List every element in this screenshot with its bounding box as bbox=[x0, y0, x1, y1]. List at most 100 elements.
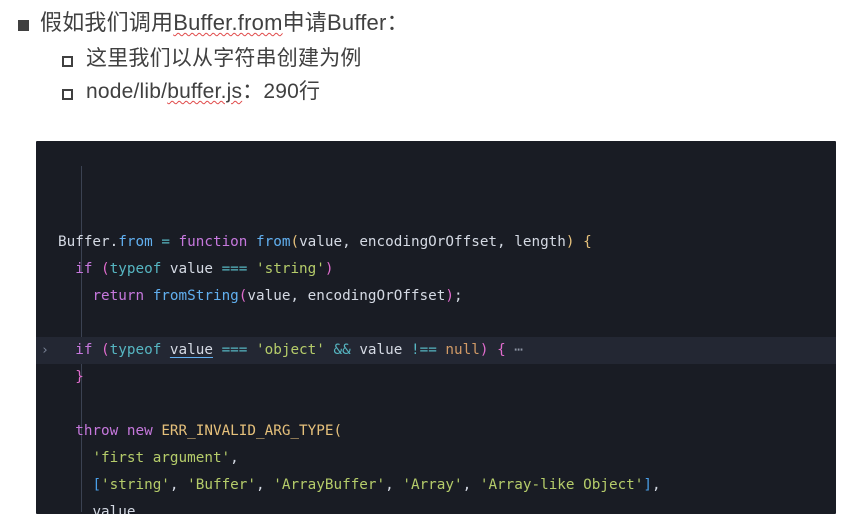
code-line[interactable]: if (typeof value === 'string') bbox=[36, 256, 836, 283]
code-token: , bbox=[462, 477, 480, 493]
code-token: 'string' bbox=[256, 261, 325, 277]
code-token: fromString bbox=[152, 288, 239, 304]
code-token: value bbox=[169, 342, 213, 358]
code-token: if bbox=[75, 342, 93, 358]
hollow-square-bullet-icon bbox=[62, 89, 73, 100]
code-text: throw new ERR_INVALID_ARG_TYPE( bbox=[58, 423, 342, 439]
code-token: 'ArrayBuffer' bbox=[273, 477, 386, 493]
code-token: 'string' bbox=[101, 477, 170, 493]
code-token: } bbox=[75, 369, 84, 385]
code-token: === bbox=[221, 261, 248, 277]
code-token: value bbox=[161, 261, 222, 277]
code-text: return fromString(value, encodingOrOffse… bbox=[58, 288, 463, 304]
misspelled-text-segment: buffer.js bbox=[167, 80, 243, 103]
text-segment: node/lib/ bbox=[86, 80, 168, 103]
code-text: ['string', 'Buffer', 'ArrayBuffer', 'Arr… bbox=[58, 477, 661, 493]
code-text: } bbox=[58, 369, 84, 385]
code-token: throw bbox=[75, 423, 119, 439]
bullet-text: 这里我们以从字符串创建为例 bbox=[86, 48, 362, 69]
code-token: 'Array-like Object' bbox=[479, 477, 644, 493]
code-token: , bbox=[230, 450, 239, 466]
code-token: typeof bbox=[109, 342, 162, 358]
slide-bullet-list: 假如我们调用Buffer.from申请Buffer： 这里我们以从字符串创建为例 n… bbox=[0, 0, 852, 102]
code-token: value, encodingOrOffset, length bbox=[299, 234, 566, 250]
code-token: ) bbox=[324, 261, 334, 277]
code-token: if bbox=[75, 261, 93, 277]
code-token: ERR_INVALID_ARG_TYPE bbox=[161, 423, 334, 439]
code-token: ) bbox=[445, 288, 454, 304]
code-text: if (typeof value === 'object' && value !… bbox=[58, 342, 523, 358]
code-token: === bbox=[221, 342, 248, 358]
code-line[interactable]: throw new ERR_INVALID_ARG_TYPE( bbox=[36, 418, 836, 445]
code-line[interactable] bbox=[36, 391, 836, 418]
code-token: from bbox=[118, 234, 153, 250]
code-token: ( bbox=[290, 234, 300, 250]
code-token: value bbox=[92, 504, 136, 514]
code-token: !== bbox=[410, 342, 437, 358]
code-line-highlighted[interactable]: › if (typeof value === 'object' && value… bbox=[36, 337, 836, 364]
code-token: && bbox=[333, 342, 351, 358]
code-token: [ bbox=[92, 477, 102, 493]
code-text: if (typeof value === 'string') bbox=[58, 261, 334, 277]
code-token: ( bbox=[101, 261, 110, 277]
code-token: 'Array' bbox=[402, 477, 463, 493]
text-segment: 申请Buffer： bbox=[282, 10, 409, 35]
code-token: ) bbox=[565, 234, 575, 250]
code-token: 'first argument' bbox=[92, 450, 231, 466]
misspelled-text-segment: Buffer.from bbox=[173, 10, 283, 35]
code-token: new bbox=[126, 423, 153, 439]
code-lines-container[interactable]: Buffer.from = function from(value, encod… bbox=[36, 141, 836, 514]
code-token: value, encodingOrOffset bbox=[247, 288, 446, 304]
text-segment: ：290行 bbox=[242, 80, 321, 103]
chevron-right-icon[interactable]: › bbox=[41, 337, 49, 364]
text-segment: 这里我们以从字符串创建为例 bbox=[86, 47, 362, 70]
code-token: ; bbox=[453, 288, 463, 304]
code-token: function bbox=[178, 234, 248, 250]
bullet-item: 假如我们调用Buffer.from申请Buffer： bbox=[0, 12, 852, 34]
code-line[interactable]: return fromString(value, encodingOrOffse… bbox=[36, 283, 836, 310]
code-token: Buffer bbox=[58, 234, 110, 250]
code-line[interactable]: } bbox=[36, 364, 836, 391]
code-token: 'Buffer' bbox=[187, 477, 257, 493]
code-line[interactable]: 'first argument', bbox=[36, 445, 836, 472]
bullet-text: node/lib/buffer.js：290行 bbox=[86, 81, 320, 102]
code-token: 'object' bbox=[256, 342, 325, 358]
code-token: typeof bbox=[109, 261, 162, 277]
text-segment: 假如我们调用 bbox=[40, 10, 174, 35]
code-line[interactable] bbox=[36, 310, 836, 337]
code-token: value bbox=[350, 342, 411, 358]
code-line[interactable]: ['string', 'Buffer', 'ArrayBuffer', 'Arr… bbox=[36, 472, 836, 499]
code-token: null bbox=[445, 342, 480, 358]
code-token: { bbox=[583, 234, 592, 250]
code-token: , bbox=[385, 477, 403, 493]
filled-square-bullet-icon bbox=[18, 20, 29, 31]
code-token: , bbox=[169, 477, 188, 493]
code-snippet-block[interactable]: Buffer.from = function from(value, encod… bbox=[36, 141, 836, 514]
bullet-item: node/lib/buffer.js：290行 bbox=[0, 81, 852, 102]
code-line[interactable]: value bbox=[36, 499, 836, 514]
code-token: { bbox=[497, 342, 506, 358]
code-token: , bbox=[652, 477, 661, 493]
code-text: Buffer.from = function from(value, encod… bbox=[58, 234, 592, 250]
code-token: from bbox=[256, 234, 291, 250]
code-text: value bbox=[58, 504, 135, 514]
bullet-item: 这里我们以从字符串创建为例 bbox=[0, 48, 852, 69]
code-line[interactable]: Buffer.from = function from(value, encod… bbox=[36, 229, 836, 256]
hollow-square-bullet-icon bbox=[62, 56, 73, 67]
